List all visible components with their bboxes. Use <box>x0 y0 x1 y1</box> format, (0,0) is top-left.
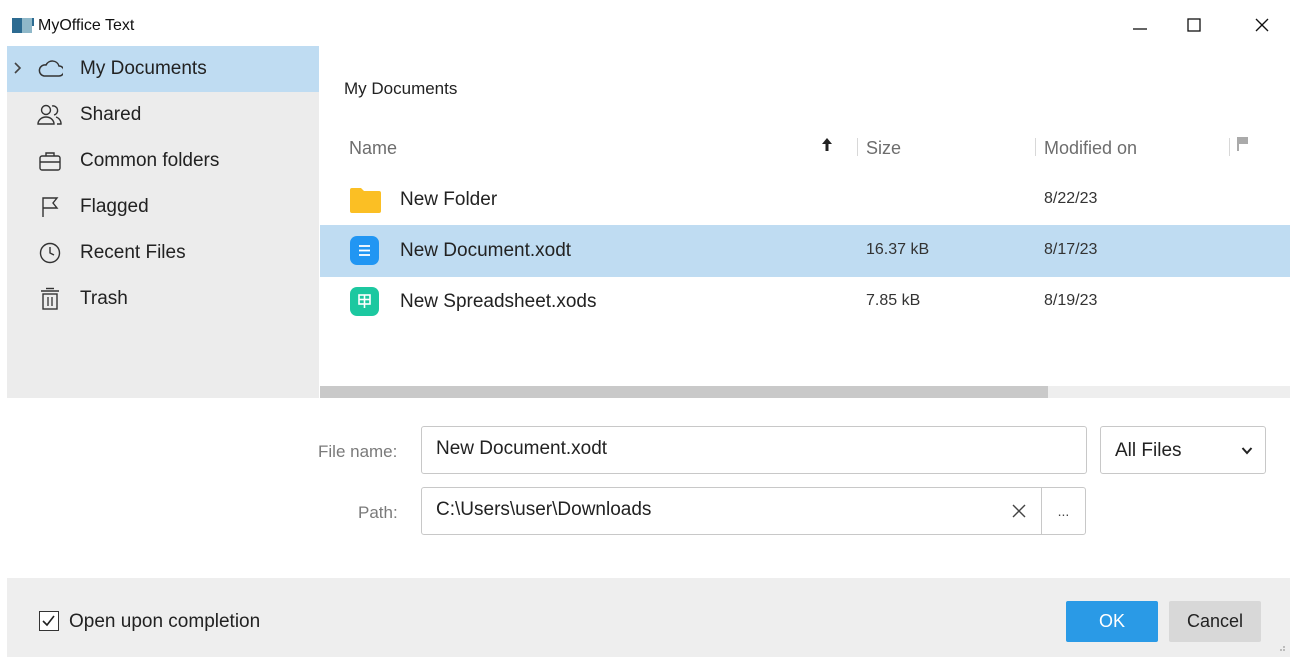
file-row-document[interactable]: New Document.xodt 16.37 kB 8/17/23 <box>320 225 1290 277</box>
sidebar-item-flagged[interactable]: Flagged <box>7 184 319 230</box>
chevron-down-icon <box>1241 447 1253 455</box>
scrollbar-thumb[interactable] <box>320 386 1048 398</box>
column-divider[interactable] <box>857 138 858 156</box>
ok-button[interactable]: OK <box>1066 601 1158 642</box>
column-header-size[interactable]: Size <box>866 138 901 159</box>
file-row-folder[interactable]: New Folder 8/22/23 <box>320 174 1290 226</box>
column-divider[interactable] <box>1229 138 1230 156</box>
close-button[interactable] <box>1242 10 1282 40</box>
trash-icon <box>37 286 63 312</box>
file-type-select[interactable]: All Files <box>1100 426 1266 474</box>
text-document-icon <box>350 236 379 265</box>
cancel-button[interactable]: Cancel <box>1169 601 1261 642</box>
sidebar-item-label: My Documents <box>80 58 207 79</box>
app-logo-icon <box>12 18 34 33</box>
file-name-value[interactable]: New Document.xodt <box>436 438 607 460</box>
browse-button[interactable]: ... <box>1041 487 1086 535</box>
file-modified: 8/22/23 <box>1044 190 1098 207</box>
file-name-label: File name: <box>318 442 398 461</box>
open-upon-completion-checkbox[interactable] <box>39 611 59 631</box>
cloud-icon <box>37 56 63 82</box>
title-bar: MyOffice Text <box>0 0 1290 46</box>
sidebar-item-trash[interactable]: Trash <box>7 276 319 322</box>
window-title: MyOffice Text <box>38 17 135 34</box>
sidebar-item-label: Common folders <box>80 150 220 171</box>
file-name-field[interactable]: New Document.xodt <box>421 426 1087 474</box>
path-value[interactable]: C:\Users\user\Downloads <box>436 499 651 521</box>
flag-column-icon[interactable] <box>1236 136 1250 152</box>
spreadsheet-icon <box>350 287 379 316</box>
clock-icon <box>37 240 63 266</box>
file-row-spreadsheet[interactable]: New Spreadsheet.xods 7.85 kB 8/19/23 <box>320 276 1290 328</box>
folder-icon <box>350 188 381 213</box>
minimize-button[interactable] <box>1120 10 1160 40</box>
column-header-name[interactable]: Name <box>349 138 397 159</box>
close-icon <box>1255 18 1269 32</box>
minimize-icon <box>1133 28 1147 30</box>
column-header-modified[interactable]: Modified on <box>1044 138 1137 159</box>
briefcase-icon <box>37 148 63 174</box>
file-name: New Spreadsheet.xods <box>400 291 597 312</box>
sidebar-item-label: Trash <box>80 288 128 309</box>
file-browser: My Documents Name Size Modified on New F… <box>320 46 1290 398</box>
chevron-right-icon[interactable] <box>13 60 23 76</box>
breadcrumb: My Documents <box>344 79 458 98</box>
file-type-value: All Files <box>1115 440 1182 461</box>
sidebar-item-common-folders[interactable]: Common folders <box>7 138 319 184</box>
maximize-button[interactable] <box>1174 10 1214 40</box>
sidebar: My Documents Shared Common folders Flagg… <box>7 46 319 398</box>
sidebar-item-label: Shared <box>80 104 142 125</box>
file-name: New Folder <box>400 189 498 210</box>
sidebar-item-shared[interactable]: Shared <box>7 92 319 138</box>
clear-icon <box>1012 504 1026 518</box>
file-name: New Document.xodt <box>400 240 572 261</box>
column-divider[interactable] <box>1035 138 1036 156</box>
sidebar-item-label: Recent Files <box>80 242 186 263</box>
sort-ascending-icon[interactable] <box>820 136 834 154</box>
sidebar-item-label: Flagged <box>80 196 149 217</box>
path-label: Path: <box>358 503 398 522</box>
people-icon <box>37 102 63 128</box>
flag-icon <box>37 194 63 220</box>
clear-path-button[interactable] <box>1004 496 1034 526</box>
maximize-icon <box>1187 18 1201 32</box>
file-size: 7.85 kB <box>866 292 921 309</box>
file-size: 16.37 kB <box>866 241 930 258</box>
open-upon-completion-label[interactable]: Open upon completion <box>69 611 260 633</box>
resize-grip-icon[interactable] <box>1276 644 1286 654</box>
checkmark-icon <box>42 615 55 627</box>
file-modified: 8/19/23 <box>1044 292 1098 309</box>
sidebar-item-recent-files[interactable]: Recent Files <box>7 230 319 276</box>
path-field[interactable]: C:\Users\user\Downloads <box>421 487 1042 535</box>
file-modified: 8/17/23 <box>1044 241 1098 258</box>
sidebar-item-my-documents[interactable]: My Documents <box>7 46 319 92</box>
